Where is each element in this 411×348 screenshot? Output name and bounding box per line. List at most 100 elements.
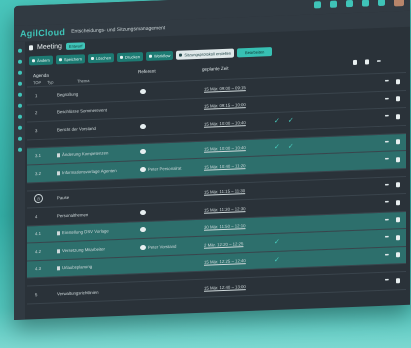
row-person xyxy=(140,121,204,129)
row-thema: Urlaubsplanung xyxy=(57,262,140,271)
document-icon[interactable] xyxy=(396,277,400,284)
nav-item-icon[interactable] xyxy=(17,103,22,108)
workflow-icon xyxy=(148,54,152,58)
document-icon[interactable] xyxy=(396,113,400,120)
nav-item-icon[interactable] xyxy=(17,92,22,97)
row-number: 3.2 xyxy=(35,170,41,176)
nav-item-icon[interactable] xyxy=(17,81,22,86)
create-minutes-button[interactable]: Sitzungsprotokoll erstellen xyxy=(176,48,235,60)
row-thema: Einstellung DSV Vorlage xyxy=(57,227,140,236)
delete-button[interactable]: Löschen xyxy=(87,52,115,63)
document-icon[interactable] xyxy=(396,96,400,102)
row-thema: Beschlüsse Sommerevent xyxy=(57,107,107,115)
more-icon[interactable]: ••• xyxy=(385,278,388,284)
document-icon[interactable] xyxy=(396,234,400,241)
check-icon: ✓ xyxy=(274,256,280,264)
status-badge: Entwurf xyxy=(65,42,86,51)
more-icon[interactable]: ••• xyxy=(385,79,388,85)
more-icon[interactable]: ••• xyxy=(377,59,380,65)
row-thema: Pause xyxy=(57,195,70,201)
check-icon: ✓ xyxy=(274,118,280,126)
more-icon[interactable]: ••• xyxy=(385,252,388,258)
row-time[interactable]: 15 Mär. 12:25 – 12:40 xyxy=(204,257,274,265)
file-icon xyxy=(57,153,60,158)
more-icon[interactable]: ••• xyxy=(385,114,388,120)
row-time[interactable]: 15 Mär. 10:00 – 10:40 xyxy=(204,144,274,152)
nav-item-icon[interactable] xyxy=(17,147,22,152)
print-icon xyxy=(120,55,124,59)
nav-item-icon[interactable] xyxy=(17,59,22,64)
row-time[interactable]: 30 Mär. 11:50 – 12:10 xyxy=(204,222,274,230)
document-icon xyxy=(179,53,183,57)
nav-item-icon[interactable] xyxy=(17,125,22,130)
settings-icon[interactable] xyxy=(378,0,385,6)
notification-icon[interactable] xyxy=(330,0,337,8)
person-icon xyxy=(140,244,146,250)
bearbeiten-button[interactable]: Bearbeiten xyxy=(237,46,273,57)
row-time[interactable]: 15 Mär. 09:15 – 10:00 xyxy=(204,101,274,109)
more-icon[interactable]: ••• xyxy=(385,235,388,241)
person-icon xyxy=(140,166,146,172)
more-icon[interactable]: ••• xyxy=(385,200,388,206)
row-time[interactable]: 15 Mär. 11:30 – 12:30 xyxy=(204,205,274,213)
nav-item-icon[interactable] xyxy=(17,70,22,75)
row-time[interactable]: 15 Mär. 11:15 – 11:30 xyxy=(204,187,274,195)
nav-item-icon[interactable] xyxy=(17,136,22,141)
document-icon[interactable] xyxy=(396,139,400,145)
workflow-button[interactable]: Workflow xyxy=(145,50,174,61)
chat-icon[interactable] xyxy=(346,0,353,7)
save-button[interactable]: Speichern xyxy=(55,53,85,64)
document-icon[interactable] xyxy=(396,199,400,206)
page-title: Meeting xyxy=(37,43,62,52)
row-person: Peter Personalrat xyxy=(140,164,204,172)
more-icon[interactable]: ••• xyxy=(385,182,388,188)
row-time[interactable]: 15 Mär. 10:40 – 11:20 xyxy=(204,162,274,170)
file-icon xyxy=(57,231,60,236)
document-icon[interactable] xyxy=(396,182,400,188)
row-number: 1 xyxy=(35,92,38,98)
check-icon: ✓ xyxy=(287,117,294,125)
app-window: AgilCloud Entscheidungs- und Sitzungsman… xyxy=(14,0,410,321)
file-icon xyxy=(57,248,60,253)
document-icon[interactable] xyxy=(396,217,400,223)
row-number: 4.1 xyxy=(35,231,41,237)
more-icon[interactable]: ••• xyxy=(385,139,388,145)
meeting-icon xyxy=(29,45,33,51)
row-thema: Änderung Kompetenzen xyxy=(57,149,140,158)
row-thema: Bericht der Vorstand xyxy=(57,125,96,133)
row-person xyxy=(140,288,204,290)
document-icon[interactable] xyxy=(396,78,400,85)
row-time[interactable]: 15 Mär. 09:00 – 09:15 xyxy=(204,84,274,92)
check-icon: ✓ xyxy=(274,239,280,247)
check-icon: ✓ xyxy=(274,143,280,151)
search-icon[interactable] xyxy=(314,0,321,8)
row-number: 5 xyxy=(35,291,38,297)
main-panel: Meeting Entwurf Ändern Speichern Löschen… xyxy=(27,27,406,320)
doc-icon xyxy=(352,59,357,65)
col-top: TOP xyxy=(33,79,42,85)
edit-icon xyxy=(32,58,35,62)
more-icon[interactable]: ••• xyxy=(385,96,388,102)
person-icon xyxy=(140,149,146,155)
more-icon[interactable]: ••• xyxy=(385,217,388,223)
left-nav xyxy=(14,41,25,320)
row-person: Peter Vorstand xyxy=(140,242,204,250)
nav-item-icon[interactable] xyxy=(17,114,22,119)
person-icon xyxy=(140,209,146,215)
edit-button[interactable]: Ändern xyxy=(29,55,53,65)
row-number: 4 xyxy=(35,213,38,219)
nav-item-icon[interactable] xyxy=(17,48,22,53)
person-icon xyxy=(140,227,146,233)
document-icon[interactable] xyxy=(396,156,400,163)
row-person xyxy=(140,147,204,155)
avatar[interactable] xyxy=(394,0,404,7)
print-button[interactable]: Drucken xyxy=(117,51,143,62)
row-person xyxy=(140,106,204,108)
row-number: 4.3 xyxy=(35,266,41,272)
more-icon[interactable]: ••• xyxy=(385,157,388,163)
row-time[interactable]: 2 Mär. 12:20 – 12:25 xyxy=(204,240,274,248)
help-icon[interactable] xyxy=(362,0,369,7)
row-time[interactable]: 15 Mär. 12:40 – 13:00 xyxy=(204,283,274,291)
row-time[interactable]: 15 Mär. 10:00 – 10:40 xyxy=(204,119,274,127)
document-icon[interactable] xyxy=(396,252,400,258)
